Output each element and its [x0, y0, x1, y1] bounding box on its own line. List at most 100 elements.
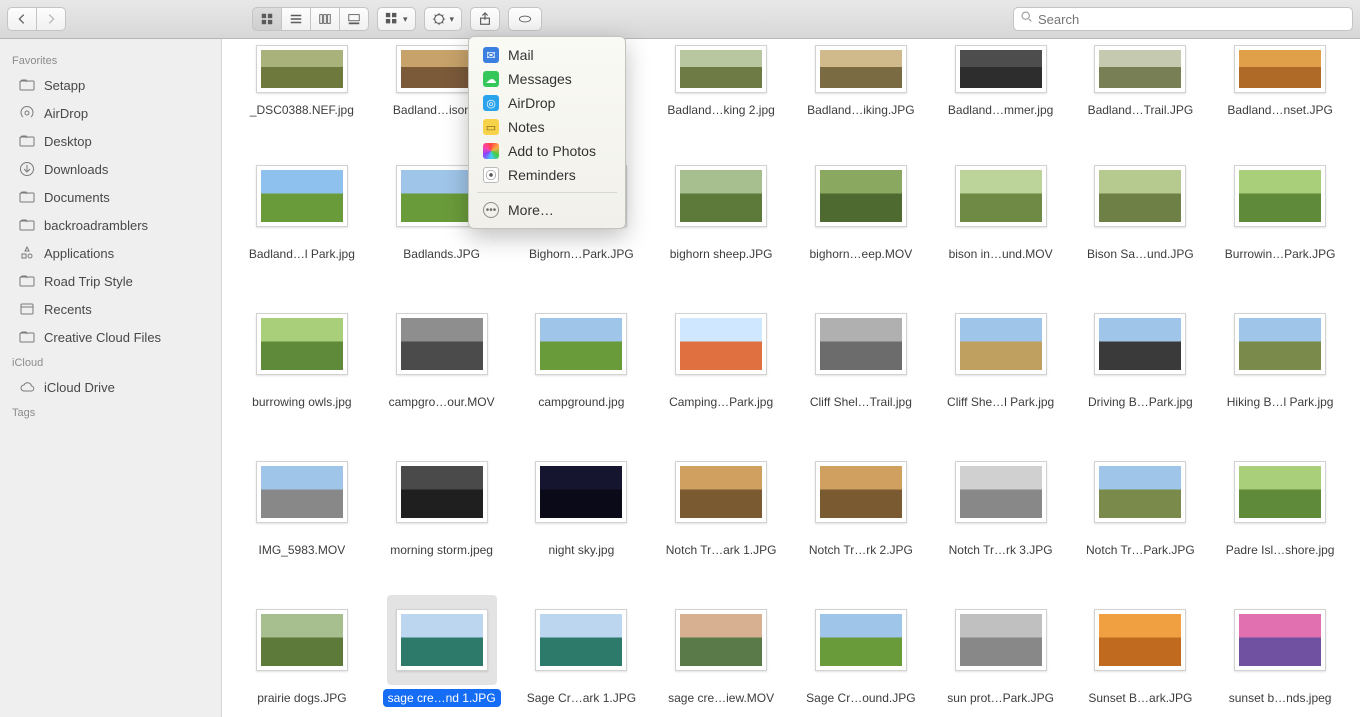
- file-item[interactable]: _DSC0388.NEF.jpg: [232, 39, 372, 149]
- sidebar-item-label: iCloud Drive: [44, 380, 115, 395]
- share-item-more[interactable]: •••More…: [469, 198, 625, 222]
- file-item[interactable]: sun prot…Park.JPG: [931, 593, 1071, 717]
- file-item[interactable]: campground.jpg: [512, 297, 652, 445]
- file-name: Driving B…Park.jpg: [1083, 393, 1198, 411]
- file-name: Burrowin…Park.JPG: [1220, 245, 1341, 263]
- thumbnail: [247, 595, 357, 685]
- file-item[interactable]: Notch Tr…rk 3.JPG: [931, 445, 1071, 593]
- thumbnail: [1085, 299, 1195, 389]
- file-item[interactable]: Sunset B…ark.JPG: [1071, 593, 1211, 717]
- search-input[interactable]: [1038, 12, 1346, 27]
- sidebar-item-recents[interactable]: Recents: [0, 295, 221, 323]
- folder-icon: [18, 328, 36, 346]
- file-item[interactable]: Badland…l Park.jpg: [232, 149, 372, 297]
- folder-icon: [18, 76, 36, 94]
- thumbnail: [1225, 151, 1335, 241]
- file-item[interactable]: Driving B…Park.jpg: [1071, 297, 1211, 445]
- file-item[interactable]: Bison Sa…und.JPG: [1071, 149, 1211, 297]
- file-item[interactable]: bighorn…eep.MOV: [791, 149, 931, 297]
- notes-icon: ▭: [483, 119, 499, 135]
- thumbnail: [666, 447, 776, 537]
- file-item[interactable]: Notch Tr…rk 2.JPG: [791, 445, 931, 593]
- file-item[interactable]: Badland…mmer.jpg: [931, 39, 1071, 149]
- sidebar-item-road-trip-style[interactable]: Road Trip Style: [0, 267, 221, 295]
- file-name: campground.jpg: [533, 393, 629, 411]
- sidebar-item-label: Desktop: [44, 134, 92, 149]
- file-item[interactable]: bison in…und.MOV: [931, 149, 1071, 297]
- nav-buttons: [7, 7, 66, 31]
- sidebar-item-setapp[interactable]: Setapp: [0, 71, 221, 99]
- gallery-view-button[interactable]: [340, 7, 369, 31]
- file-item[interactable]: prairie dogs.JPG: [232, 593, 372, 717]
- file-name: Badland…iking.JPG: [802, 101, 919, 119]
- file-item[interactable]: Notch Tr…ark 1.JPG: [651, 445, 791, 593]
- file-name: Bison Sa…und.JPG: [1082, 245, 1199, 263]
- file-item[interactable]: Badland…nset.JPG: [1210, 39, 1350, 149]
- file-item[interactable]: Cliff Shel…Trail.jpg: [791, 297, 931, 445]
- share-item-messages[interactable]: ☁Messages: [469, 67, 625, 91]
- thumbnail: [1225, 41, 1335, 97]
- file-name: Badland…king 2.jpg: [662, 101, 779, 119]
- tags-button[interactable]: [508, 7, 542, 31]
- sidebar-item-desktop[interactable]: Desktop: [0, 127, 221, 155]
- folder-icon: [18, 272, 36, 290]
- sidebar-item-label: backroadramblers: [44, 218, 148, 233]
- file-item[interactable]: Badland…king 2.jpg: [651, 39, 791, 149]
- share-item-notes[interactable]: ▭Notes: [469, 115, 625, 139]
- file-item[interactable]: burrowing owls.jpg: [232, 297, 372, 445]
- list-view-button[interactable]: [282, 7, 311, 31]
- share-item-airdrop[interactable]: ◎AirDrop: [469, 91, 625, 115]
- file-item[interactable]: sage cre…nd 1.JPG: [372, 593, 512, 717]
- share-item-mail[interactable]: ✉Mail: [469, 43, 625, 67]
- file-name: Camping…Park.jpg: [664, 393, 778, 411]
- file-name: campgro…our.MOV: [384, 393, 500, 411]
- share-item-reminders[interactable]: ⦿Reminders: [469, 163, 625, 187]
- group-by-button[interactable]: ▾: [377, 7, 416, 31]
- file-item[interactable]: IMG_5983.MOV: [232, 445, 372, 593]
- sidebar-item-airdrop[interactable]: AirDrop: [0, 99, 221, 127]
- file-item[interactable]: bighorn sheep.JPG: [651, 149, 791, 297]
- icon-view-button[interactable]: [252, 7, 282, 31]
- back-button[interactable]: [7, 7, 37, 31]
- file-item[interactable]: campgro…our.MOV: [372, 297, 512, 445]
- action-button[interactable]: ▾: [424, 7, 463, 31]
- file-item[interactable]: sunset b…nds.jpeg: [1210, 593, 1350, 717]
- sidebar-item-downloads[interactable]: Downloads: [0, 155, 221, 183]
- share-button[interactable]: [470, 7, 500, 31]
- file-item[interactable]: night sky.jpg: [512, 445, 652, 593]
- share-item-photos[interactable]: Add to Photos: [469, 139, 625, 163]
- file-item[interactable]: Burrowin…Park.JPG: [1210, 149, 1350, 297]
- file-name: Notch Tr…rk 3.JPG: [944, 541, 1058, 559]
- file-item[interactable]: Camping…Park.jpg: [651, 297, 791, 445]
- thumbnail: [806, 447, 916, 537]
- file-item[interactable]: Notch Tr…Park.JPG: [1071, 445, 1211, 593]
- file-item[interactable]: Badland…iking.JPG: [791, 39, 931, 149]
- messages-icon: ☁: [483, 71, 499, 87]
- sidebar-item-creative-cloud-files[interactable]: Creative Cloud Files: [0, 323, 221, 351]
- share-item-label: AirDrop: [508, 95, 555, 111]
- file-item[interactable]: sage cre…iew.MOV: [651, 593, 791, 717]
- file-item[interactable]: Badland…Trail.JPG: [1071, 39, 1211, 149]
- forward-button[interactable]: [37, 7, 66, 31]
- file-item[interactable]: Cliff She…l Park.jpg: [931, 297, 1071, 445]
- file-item[interactable]: Sage Cr…ark 1.JPG: [512, 593, 652, 717]
- file-name: Badland…mmer.jpg: [943, 101, 1058, 119]
- column-view-button[interactable]: [311, 7, 340, 31]
- file-item[interactable]: Padre Isl…shore.jpg: [1210, 445, 1350, 593]
- thumbnail: [1085, 41, 1195, 97]
- file-item[interactable]: Hiking B…l Park.jpg: [1210, 297, 1350, 445]
- sidebar-item-backroadramblers[interactable]: backroadramblers: [0, 211, 221, 239]
- reminders-icon: ⦿: [483, 167, 499, 183]
- file-name: Badland…Trail.JPG: [1083, 101, 1199, 119]
- sidebar-heading-tags: Tags: [0, 401, 221, 423]
- file-name: Badland…nset.JPG: [1222, 101, 1337, 119]
- file-item[interactable]: Sage Cr…ound.JPG: [791, 593, 931, 717]
- sidebar-item-documents[interactable]: Documents: [0, 183, 221, 211]
- airdrop-icon: [18, 104, 36, 122]
- sidebar-item-icloud-drive[interactable]: iCloud Drive: [0, 373, 221, 401]
- file-name: sage cre…iew.MOV: [663, 689, 779, 707]
- sidebar-item-applications[interactable]: Applications: [0, 239, 221, 267]
- thumbnail: [1225, 299, 1335, 389]
- file-item[interactable]: morning storm.jpeg: [372, 445, 512, 593]
- search-field[interactable]: [1013, 7, 1353, 31]
